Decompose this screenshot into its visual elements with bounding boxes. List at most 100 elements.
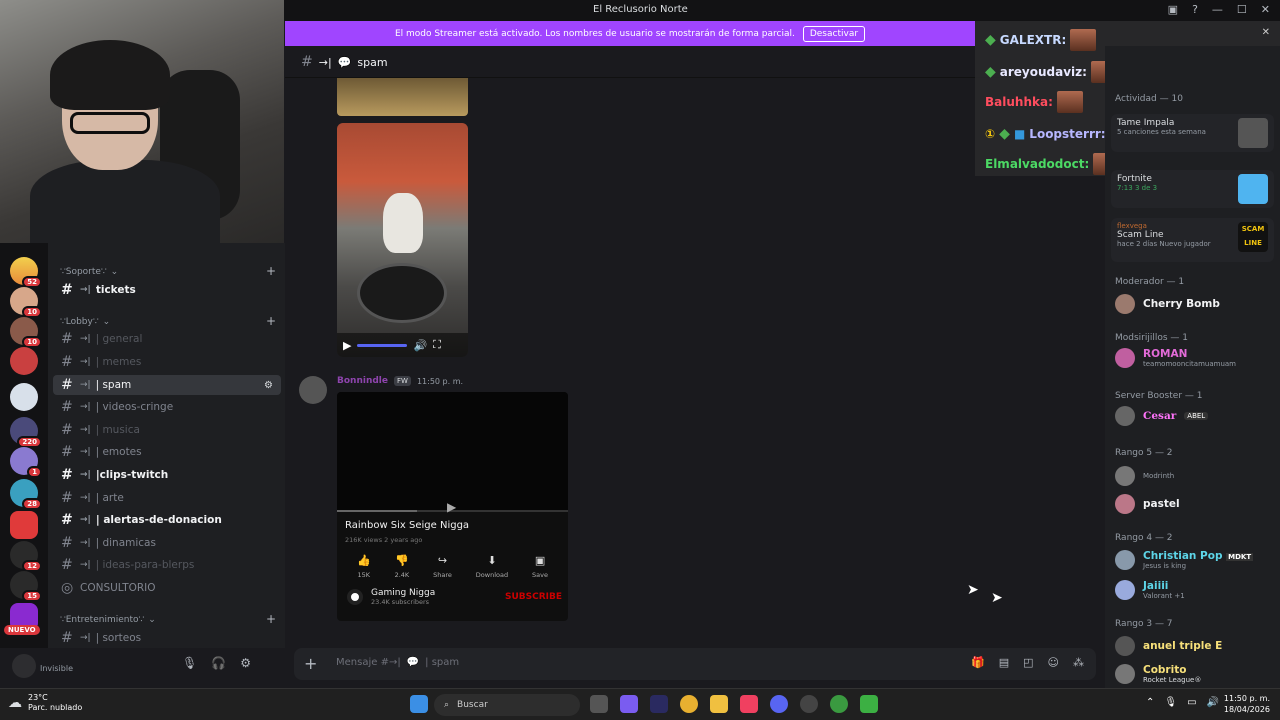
help-icon[interactable]: ? xyxy=(1192,3,1198,16)
inbox-icon[interactable]: ▣ xyxy=(1168,3,1178,16)
youtube-embed[interactable]: ▶ Rainbow Six Seige Nigga 216K views 2 y… xyxy=(337,392,568,621)
channel-videos-cringe[interactable]: # →| | videos-cringe xyxy=(53,397,281,417)
channel-emotes[interactable]: # →| | emotes xyxy=(53,442,281,462)
fullscreen-icon[interactable]: ⛶ xyxy=(433,338,441,352)
dislike-button[interactable]: 👎 2.4K xyxy=(395,554,410,579)
download-button[interactable]: ⬇ Download xyxy=(476,554,508,579)
gif-icon[interactable]: ▤ xyxy=(999,656,1009,669)
chrome-alt-icon[interactable] xyxy=(830,695,848,713)
member-item[interactable]: ROMAN teamomooncitamuamuam xyxy=(1115,348,1275,368)
volume-icon[interactable]: 🔊 xyxy=(1207,697,1219,708)
message-input[interactable]: + Mensaje #→| 💬 | spam 🎁 ▤ ◰ ☺ ⁂ xyxy=(294,648,1096,680)
channel-dinamicas[interactable]: # →| | dinamicas xyxy=(53,533,281,553)
close-icon[interactable]: ✕ xyxy=(1262,27,1270,38)
channel-settings-icon[interactable]: ⚙ xyxy=(264,380,273,391)
play-icon[interactable]: ▶ xyxy=(447,500,456,514)
like-button[interactable]: 👍 15K xyxy=(357,554,371,579)
folder-icon[interactable] xyxy=(710,695,728,713)
copilot-icon[interactable] xyxy=(620,695,638,713)
task-view-icon[interactable] xyxy=(590,695,608,713)
category-support[interactable]: ∵Soporte∵ ⌄ + xyxy=(60,264,276,278)
category-lobby[interactable]: ∵Lobby∵ ⌄ + xyxy=(60,314,276,328)
chrome-icon[interactable] xyxy=(680,695,698,713)
add-channel-icon[interactable]: + xyxy=(266,264,276,278)
avatar[interactable] xyxy=(12,654,36,678)
channel-sorteos[interactable]: # →| | sorteos xyxy=(53,628,281,648)
member-item[interactable]: Jaiiii Valorant +1 xyxy=(1115,580,1275,600)
emoji-icon[interactable]: ☺ xyxy=(1048,656,1059,669)
taskbar-search[interactable]: ⌕ Buscar xyxy=(434,694,580,716)
category-entertainment[interactable]: ∵Entretenimiento∵ ⌄ + xyxy=(60,612,276,626)
headphones-icon[interactable]: 🎧 xyxy=(211,656,226,670)
chevron-up-icon[interactable]: ⌃ xyxy=(1146,697,1154,708)
server-icon[interactable] xyxy=(10,347,38,375)
message-author[interactable]: Bonnindle xyxy=(337,376,388,386)
sticker-icon[interactable]: ◰ xyxy=(1023,656,1033,669)
music-icon[interactable] xyxy=(740,695,758,713)
member-item[interactable]: Cherry Bomb xyxy=(1115,294,1275,314)
channel-consultorio[interactable]: ◎ CONSULTORIO xyxy=(53,578,281,598)
channel-general[interactable]: # →| | general xyxy=(53,329,281,349)
member-item[interactable]: Christian Pop MDKT Jesus is king xyxy=(1115,550,1275,570)
play-icon[interactable]: ▶ xyxy=(343,339,351,352)
video-attachment[interactable]: ▶ 🔊 ⛶ xyxy=(337,123,468,357)
channel-musica[interactable]: # →| | musica xyxy=(53,420,281,440)
activity-card[interactable]: Tame Impala 5 canciones esta semana xyxy=(1111,114,1274,152)
steam-icon[interactable] xyxy=(800,695,818,713)
disable-streamer-button[interactable]: Desactivar xyxy=(802,25,866,42)
youtube-player[interactable] xyxy=(337,392,568,512)
clock[interactable]: 11:50 p. m. 18/04/2026 xyxy=(1224,693,1270,715)
gem-icon: ◆ xyxy=(999,126,1010,142)
youtube-channel[interactable]: Gaming Nigga 23.4K subscribers xyxy=(347,588,435,606)
channel-arte[interactable]: # →| | arte xyxy=(53,488,281,508)
server-icon[interactable]: 52 xyxy=(10,257,42,288)
channel-memes[interactable]: # →| | memes xyxy=(53,352,281,372)
member-item[interactable]: Modrinth xyxy=(1115,466,1275,486)
minimize-button[interactable]: — xyxy=(1212,3,1223,16)
member-item[interactable]: Cobrito Rocket League® xyxy=(1115,664,1275,684)
channel-clips-twitch[interactable]: # →| |clips-twitch xyxy=(53,465,281,485)
close-button[interactable]: ✕ xyxy=(1261,3,1270,16)
member-item[interactable]: anuel triple E xyxy=(1115,636,1275,656)
start-icon[interactable] xyxy=(410,695,428,713)
microphone-icon[interactable]: 🎙 xyxy=(182,656,197,670)
premiere-icon[interactable] xyxy=(650,695,668,713)
image-attachment[interactable] xyxy=(337,78,468,116)
server-icon[interactable] xyxy=(10,511,38,539)
share-button[interactable]: ↪ Share xyxy=(433,554,452,579)
activity-card[interactable]: Fortnite 7:13 3 de 3 xyxy=(1111,170,1274,208)
video-progress[interactable] xyxy=(357,343,408,347)
volume-icon[interactable]: 🔊 xyxy=(413,339,427,352)
server-icon[interactable]: 10 xyxy=(10,317,42,348)
channel-spam[interactable]: # →| | spam ⚙ xyxy=(53,375,281,395)
server-icon[interactable]: 28 xyxy=(10,479,42,510)
network-icon[interactable]: ▭ xyxy=(1187,697,1196,708)
server-icon[interactable]: 1 xyxy=(10,447,42,478)
action-label: Download xyxy=(475,571,509,579)
save-button[interactable]: ▣ Save xyxy=(532,554,548,579)
subscribe-button[interactable]: SUBSCRIBE xyxy=(505,592,562,602)
microphone-icon[interactable]: 🎙 xyxy=(1164,697,1177,708)
add-channel-icon[interactable]: + xyxy=(266,314,276,328)
member-item[interactable]: pastel xyxy=(1115,494,1275,514)
server-icon[interactable]: 10 xyxy=(10,287,42,318)
add-attachment-icon[interactable]: + xyxy=(304,654,317,673)
weather-widget[interactable]: ☁ 23°C Parc. nublado xyxy=(8,693,82,713)
channel-tickets[interactable]: # →| tickets xyxy=(53,280,281,300)
server-icon[interactable] xyxy=(10,383,38,411)
member-item[interactable]: Cesar ABEL xyxy=(1115,406,1275,426)
apps-icon[interactable]: ⁂ xyxy=(1073,656,1084,669)
activity-card[interactable]: flexvega Scam Line hace 2 días Nuevo jugad… xyxy=(1111,218,1274,262)
gift-icon[interactable]: 🎁 xyxy=(971,656,985,669)
avatar[interactable] xyxy=(299,376,327,404)
channel-alertas-de-donacion[interactable]: # →| | alertas-de-donacion xyxy=(53,510,281,530)
maximize-button[interactable]: ☐ xyxy=(1237,3,1247,16)
server-icon[interactable]: 15 xyxy=(10,571,42,602)
server-icon[interactable]: 12 xyxy=(10,541,42,572)
kick-icon[interactable] xyxy=(860,695,878,713)
gear-icon[interactable]: ⚙ xyxy=(240,656,251,670)
server-icon[interactable]: 220 xyxy=(10,417,42,448)
add-channel-icon[interactable]: + xyxy=(266,612,276,626)
discord-icon[interactable] xyxy=(770,695,788,713)
channel-ideas-para-blerps[interactable]: # →| | ideas-para-blerps xyxy=(53,555,281,575)
